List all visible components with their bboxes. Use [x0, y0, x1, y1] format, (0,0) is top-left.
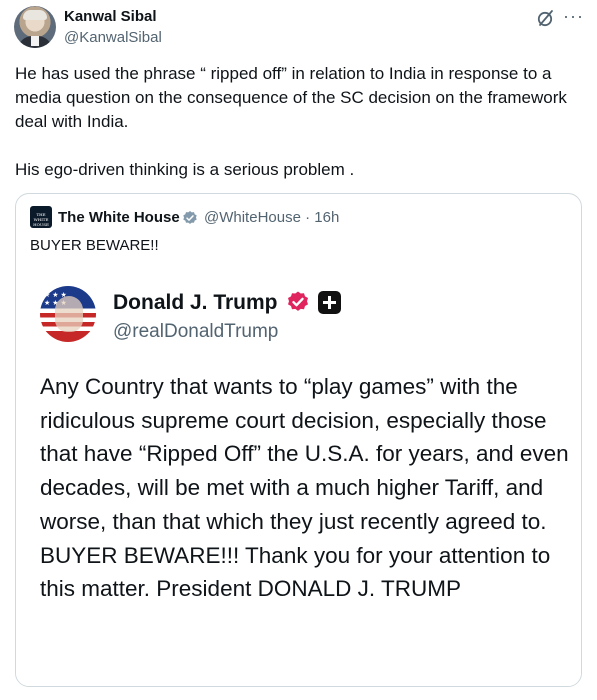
avatar-collar	[31, 36, 39, 46]
quoted-text: BUYER BEWARE!!	[30, 237, 159, 254]
quoted-author-name[interactable]: The White House	[58, 209, 180, 226]
author-handle[interactable]: @KanwalSibal	[64, 29, 162, 46]
plus-icon	[318, 291, 341, 314]
grok-icon[interactable]	[536, 8, 556, 28]
avatar-hair	[23, 10, 47, 20]
trump-avatar: ★ ★ ★★ ★ ★	[40, 286, 96, 342]
quoted-post[interactable]: THE WHITE HOUSE The White House @WhiteHo…	[15, 193, 582, 687]
author-name[interactable]: Kanwal Sibal	[64, 8, 157, 25]
truth-social-screenshot: ★ ★ ★★ ★ ★ Donald J. Trump @realDonaldTr…	[16, 268, 581, 686]
post: Kanwal Sibal @KanwalSibal ··· He has use…	[0, 0, 597, 700]
verified-gray-icon	[183, 211, 197, 224]
white-house-logo[interactable]: THE WHITE HOUSE	[30, 206, 52, 228]
white-house-logo-text: THE WHITE HOUSE	[33, 212, 49, 227]
avatar-face	[55, 296, 83, 332]
more-icon[interactable]: ···	[563, 6, 584, 26]
embedded-post-text: Any Country that wants to “play games” w…	[40, 374, 569, 602]
post-paragraph: His ego-driven thinking is a serious pro…	[15, 160, 355, 179]
author-avatar[interactable]	[14, 6, 56, 48]
embedded-author-handle: @realDonaldTrump	[113, 321, 279, 342]
post-paragraph: He has used the phrase “ ripped off” in …	[15, 64, 567, 131]
post-text: He has used the phrase “ ripped off” in …	[15, 62, 580, 182]
quoted-handle-time[interactable]: @WhiteHouse · 16h	[204, 209, 339, 226]
verified-badge-icon	[288, 291, 308, 311]
embedded-author-name: Donald J. Trump	[113, 291, 278, 314]
